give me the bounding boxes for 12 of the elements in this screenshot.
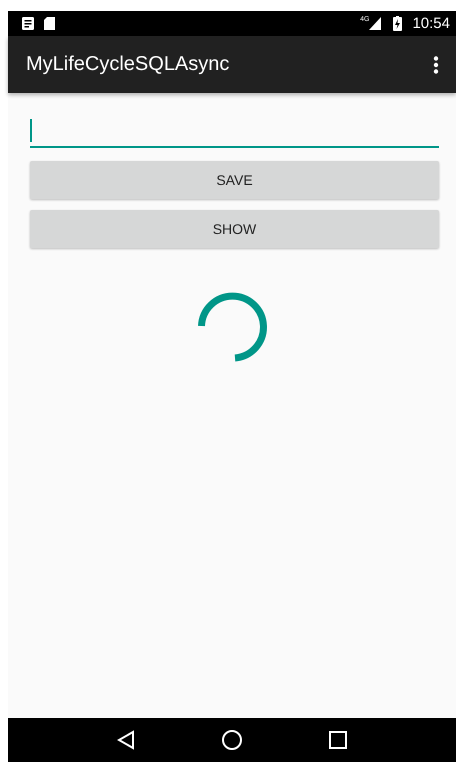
notification-icon <box>22 17 34 30</box>
action-button[interactable]: SAVE <box>30 161 439 199</box>
recents-icon[interactable] <box>329 731 347 749</box>
signal-icon <box>369 17 382 30</box>
battery-charging-icon <box>393 16 402 31</box>
action-button[interactable]: SHOW <box>30 210 439 248</box>
overflow-menu-icon[interactable] <box>433 56 439 74</box>
home-icon[interactable] <box>221 729 243 751</box>
back-icon[interactable] <box>117 730 135 750</box>
clock-time: 10:54 <box>412 15 450 32</box>
sd-card-icon <box>44 17 55 30</box>
app-title: MyLifeCycleSQLAsync <box>26 53 230 76</box>
